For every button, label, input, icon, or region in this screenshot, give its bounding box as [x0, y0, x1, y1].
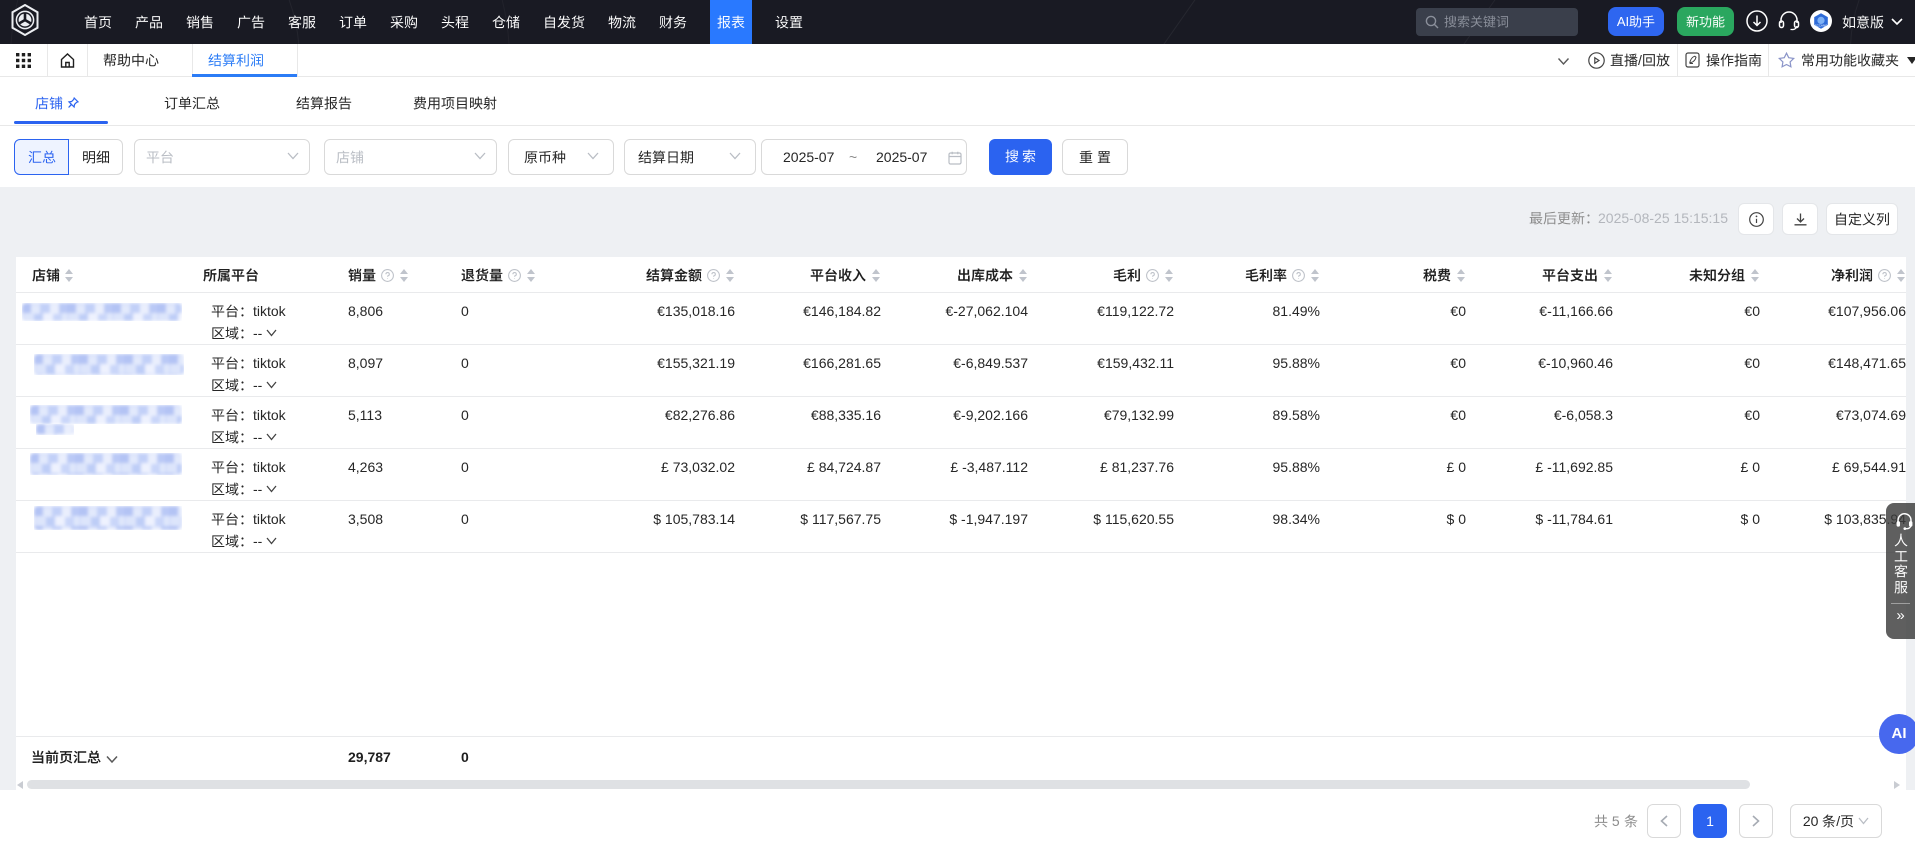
svg-text:ECCANG: ECCANG [1815, 24, 1829, 28]
